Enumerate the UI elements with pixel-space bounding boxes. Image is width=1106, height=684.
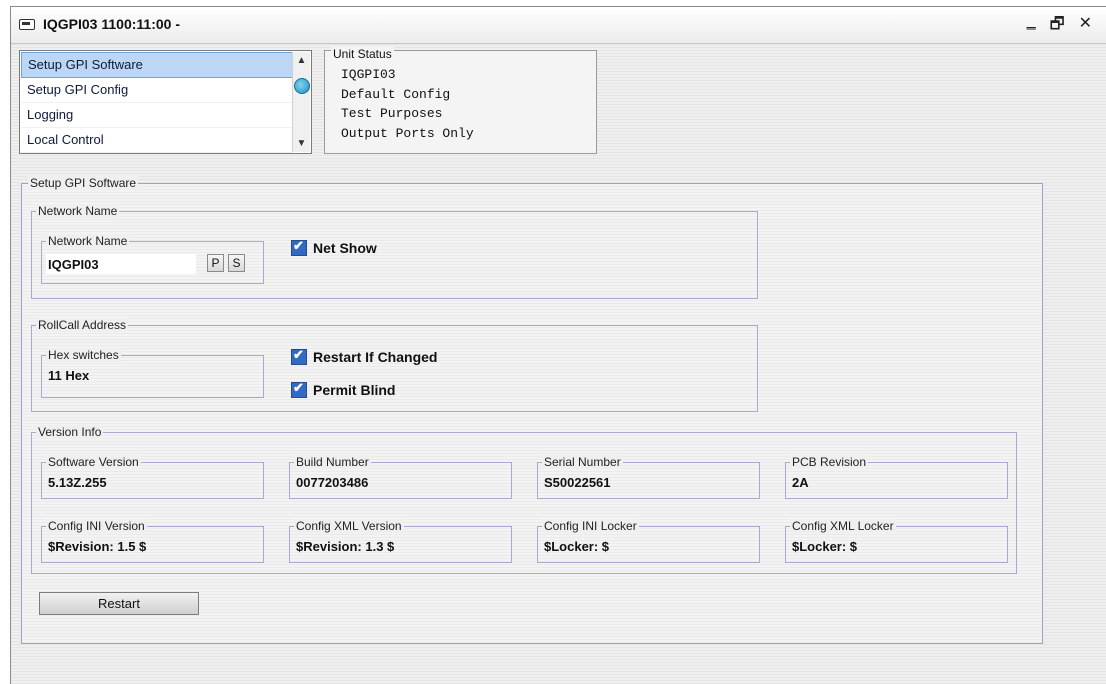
p-button[interactable]: P: [207, 254, 224, 272]
version-info-title: Version Info: [36, 425, 104, 439]
unit-status-panel: Unit Status IQGPI03 Default Config Test …: [324, 47, 597, 154]
net-show-checkbox[interactable]: Net Show: [291, 238, 377, 256]
scroll-thumb[interactable]: [294, 78, 310, 94]
hex-switches-value: 11 Hex: [48, 368, 90, 383]
unit-status-label: Unit Status: [331, 47, 394, 61]
unit-status-line: IQGPI03: [341, 67, 396, 82]
pcb-revision-value: 2A: [792, 475, 809, 490]
title-bar: IQGPI03 1100:11:00 - ‗ 🗗 ✕: [11, 7, 1106, 44]
pcb-revision-label: PCB Revision: [790, 455, 869, 469]
restart-button[interactable]: Restart: [39, 592, 199, 615]
window-title: IQGPI03 1100:11:00 -: [43, 16, 180, 32]
version-info-group: Version Info Software Version 5.13Z.255 …: [31, 425, 1017, 574]
minimize-icon[interactable]: ‗: [1027, 13, 1036, 40]
unit-status-line: Test Purposes: [341, 106, 443, 121]
software-version-value: 5.13Z.255: [48, 475, 107, 490]
net-show-label: Net Show: [313, 240, 377, 256]
config-ini-version-value: $Revision: 1.5 $: [48, 539, 147, 554]
checkbox-checked-icon[interactable]: [291, 380, 307, 398]
checkbox-checked-icon[interactable]: [291, 347, 307, 365]
permit-blind-label: Permit Blind: [313, 382, 396, 398]
scroll-down-icon[interactable]: ▼: [293, 135, 310, 152]
permit-blind-checkbox[interactable]: Permit Blind: [291, 380, 396, 398]
restore-icon[interactable]: 🗗: [1050, 13, 1065, 40]
software-version-label: Software Version: [46, 455, 141, 469]
s-button[interactable]: S: [228, 254, 245, 272]
serial-number-field: Serial Number S50022561: [537, 455, 760, 499]
group-title: Setup GPI Software: [28, 176, 139, 190]
config-ini-version-field: Config INI Version $Revision: 1.5 $: [41, 519, 264, 563]
config-ini-locker-field: Config INI Locker $Locker: $: [537, 519, 760, 563]
nav-item-setup-gpi-config[interactable]: Setup GPI Config: [21, 78, 293, 103]
network-name-field: Network Name P S: [41, 234, 264, 284]
pcb-revision-field: PCB Revision 2A: [785, 455, 1008, 499]
window-controls: ‗ 🗗 ✕: [1027, 13, 1092, 40]
nav-item-setup-gpi-software[interactable]: Setup GPI Software: [21, 52, 293, 78]
nav-listbox[interactable]: Setup GPI Software Setup GPI Config Logg…: [19, 50, 312, 154]
network-name-group: Network Name Network Name P S Net Show: [31, 204, 758, 299]
software-version-field: Software Version 5.13Z.255: [41, 455, 264, 499]
config-xml-locker-field: Config XML Locker $Locker: $: [785, 519, 1008, 563]
network-name-group-title: Network Name: [36, 204, 120, 218]
hex-switches-field: Hex switches 11 Hex: [41, 348, 264, 398]
nav-scrollbar[interactable]: ▲ ▼: [292, 52, 310, 152]
unit-status-line: Output Ports Only: [341, 125, 474, 141]
config-xml-version-value: $Revision: 1.3 $: [296, 539, 395, 554]
rollcall-group-title: RollCall Address: [36, 318, 129, 332]
restart-if-changed-label: Restart If Changed: [313, 349, 438, 365]
nav-item-logging[interactable]: Logging: [21, 103, 293, 128]
scroll-up-icon[interactable]: ▲: [293, 52, 310, 69]
setup-gpi-software-group: Setup GPI Software Network Name Network …: [21, 176, 1043, 644]
config-ini-locker-value: $Locker: $: [544, 539, 610, 554]
window-icon: [19, 19, 35, 30]
build-number-field: Build Number 0077203486: [289, 455, 512, 499]
build-number-value: 0077203486: [296, 475, 369, 490]
rollcall-address-group: RollCall Address Hex switches 11 Hex Res…: [31, 318, 758, 412]
config-xml-locker-value: $Locker: $: [792, 539, 858, 554]
serial-number-label: Serial Number: [542, 455, 623, 469]
network-name-input[interactable]: [46, 254, 196, 274]
close-icon[interactable]: ✕: [1079, 13, 1092, 40]
config-ini-version-label: Config INI Version: [46, 519, 147, 533]
serial-number-value: S50022561: [544, 475, 611, 490]
build-number-label: Build Number: [294, 455, 371, 469]
hex-switches-label: Hex switches: [46, 348, 121, 362]
restart-if-changed-checkbox[interactable]: Restart If Changed: [291, 347, 438, 365]
network-name-label: Network Name: [46, 234, 130, 248]
checkbox-checked-icon[interactable]: [291, 238, 307, 256]
config-xml-locker-label: Config XML Locker: [790, 519, 896, 533]
config-xml-version-field: Config XML Version $Revision: 1.3 $: [289, 519, 512, 563]
unit-status-line: Default Config: [341, 86, 451, 102]
nav-item-local-control[interactable]: Local Control: [21, 128, 293, 153]
config-ini-locker-label: Config INI Locker: [542, 519, 639, 533]
app-window: IQGPI03 1100:11:00 - ‗ 🗗 ✕ Setup GPI Sof…: [10, 6, 1106, 684]
config-xml-version-label: Config XML Version: [294, 519, 404, 533]
